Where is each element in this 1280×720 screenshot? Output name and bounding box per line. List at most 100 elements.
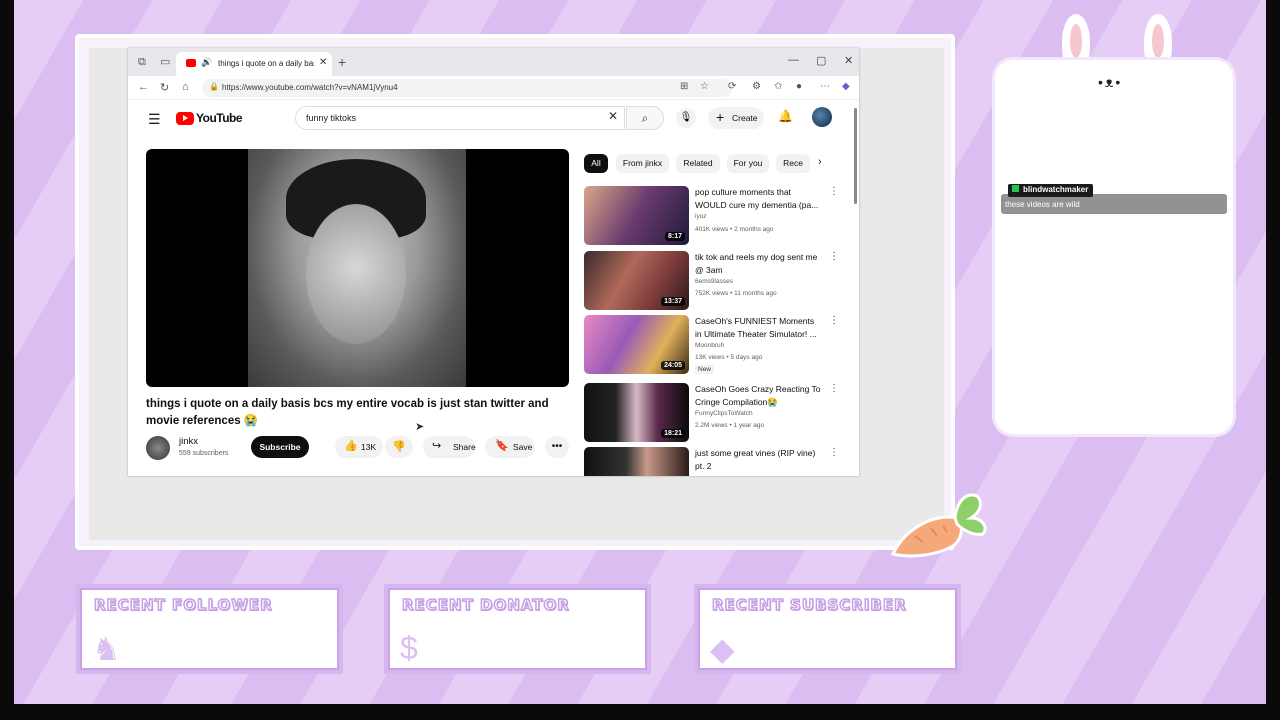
recommendation-title[interactable]: just some great vines (RIP vine) pt. 2	[695, 447, 823, 472]
bunny-icon: ♞	[92, 631, 121, 667]
youtube-logo[interactable]: YouTube	[176, 110, 243, 126]
close-window-button[interactable]: ✕	[844, 54, 853, 67]
chat-username-text: blindwatchmaker	[1023, 185, 1089, 194]
video-title: things i quote on a daily basis bcs my e…	[146, 398, 549, 427]
copilot-icon[interactable]: ◆	[842, 81, 850, 92]
more-actions-button[interactable]: •••	[545, 436, 569, 458]
plus-icon: +	[716, 109, 725, 125]
recommendation-channel[interactable]: FunnyClipsToWatch	[695, 410, 753, 417]
recommendation-meta: 401K views • 2 months ago	[695, 226, 774, 233]
chip-from-jinkx[interactable]: From jinkx	[616, 154, 669, 173]
more-menu-icon[interactable]: ⋯	[820, 81, 830, 92]
minimize-button[interactable]: —	[788, 54, 799, 66]
maximize-button[interactable]: ▢	[816, 54, 826, 67]
thumbs-up-icon: 👍	[344, 440, 358, 452]
more-vertical-icon[interactable]: ⋮	[829, 251, 839, 262]
chat-username: blindwatchmaker	[1008, 184, 1094, 197]
microphone-button[interactable]: 🎙	[676, 108, 696, 128]
save-label: Save	[513, 442, 533, 452]
back-button[interactable]: ←	[138, 81, 149, 93]
extension-icon[interactable]: ⟳	[728, 81, 736, 92]
search-button[interactable]: ⌕	[626, 106, 664, 130]
menu-icon[interactable]: ☰	[148, 111, 161, 128]
chat-message-text: these videos are wild	[1005, 200, 1080, 209]
speaker-icon[interactable]: 🔊	[201, 57, 212, 68]
extensions-puzzle-icon[interactable]: ⚙	[752, 81, 761, 92]
recommendation-thumbnail[interactable]: 8:17	[584, 186, 689, 245]
channel-avatar[interactable]	[146, 436, 170, 460]
favorite-star-icon[interactable]: ☆	[700, 81, 709, 92]
close-tab-icon[interactable]: ✕	[319, 57, 327, 68]
dislike-button[interactable]: 👎	[385, 436, 413, 458]
home-button[interactable]: ⌂	[182, 81, 189, 93]
recommendation-item[interactable]: 13:37 tik tok and reels my dog sent me @…	[584, 251, 844, 311]
recommendation-channel[interactable]: iyoz	[695, 213, 707, 220]
chip-recent[interactable]: Rece	[776, 154, 810, 173]
more-vertical-icon[interactable]: ⋮	[829, 315, 839, 326]
new-badge: New	[695, 365, 715, 374]
user-avatar[interactable]	[812, 107, 832, 127]
like-button[interactable]: 👍 13K	[335, 436, 383, 458]
box-title: RECENT FOLLOWER	[93, 595, 273, 615]
app-icon[interactable]: ⊞	[680, 81, 688, 92]
video-player[interactable]	[146, 149, 569, 387]
channel-subscriber-count: 559 subscribers	[179, 450, 229, 457]
share-label: Share	[453, 442, 476, 452]
bookmark-icon: 🔖	[495, 440, 509, 452]
recommendation-channel[interactable]: Moonbruh	[695, 342, 724, 349]
recommendation-title[interactable]: pop culture moments that WOULD cure my d…	[695, 186, 823, 211]
more-vertical-icon[interactable]: ⋮	[829, 383, 839, 394]
chip-for-you[interactable]: For you	[727, 154, 769, 173]
create-button[interactable]: + Create	[708, 107, 764, 129]
youtube-header: ☰ YouTube funny tiktoks ✕ ⌕ 🎙 + Create 🔔	[128, 100, 859, 136]
carrot-icon	[890, 493, 987, 558]
chevron-right-icon[interactable]: ›	[818, 156, 822, 168]
chip-related[interactable]: Related	[676, 154, 720, 173]
recommendation-item[interactable]: 18:21 CaseOh Goes Crazy Reacting To Crin…	[584, 383, 844, 443]
recommendation-thumbnail[interactable]: 13:37	[584, 251, 689, 310]
microphone-icon: 🎙	[679, 112, 693, 123]
notifications-bell-icon[interactable]: 🔔	[778, 109, 793, 123]
chip-all[interactable]: All	[584, 154, 608, 173]
address-bar[interactable]: 🔒 https://www.youtube.com/watch?v=vNAM1j…	[202, 79, 732, 97]
url-text: https://www.youtube.com/watch?v=vNAM1jVy…	[222, 83, 398, 92]
bunny-face-icon: •ᴥ•	[1098, 74, 1123, 90]
share-button[interactable]: ↪ Share	[423, 436, 476, 458]
channel-name[interactable]: jinkx	[179, 436, 198, 447]
youtube-play-icon	[176, 111, 194, 125]
recommendation-thumbnail[interactable]	[584, 447, 689, 476]
recommendation-item[interactable]: 8:17 pop culture moments that WOULD cure…	[584, 186, 844, 246]
recommendation-channel[interactable]: 6ems9lasses	[695, 278, 733, 285]
recommendation-item[interactable]: just some great vines (RIP vine) pt. 2 ⋮	[584, 447, 844, 476]
recommendation-item[interactable]: 24:05 CaseOh's FUNNIEST Moments in Ultim…	[584, 315, 844, 375]
collections-icon[interactable]: ✩	[774, 81, 782, 92]
lock-icon[interactable]: 🔒	[209, 82, 219, 91]
more-horizontal-icon: •••	[551, 441, 563, 452]
new-tab-button[interactable]: +	[338, 54, 346, 70]
profile-icon[interactable]: ●	[796, 81, 802, 92]
create-label: Create	[732, 113, 758, 123]
recommendation-thumbnail[interactable]: 24:05	[584, 315, 689, 374]
thumbs-down-icon: 👎	[392, 441, 406, 453]
recent-follower-box: RECENT FOLLOWER ♞	[76, 584, 343, 674]
recommendation-title[interactable]: tik tok and reels my dog sent me @ 3am	[695, 251, 823, 276]
video-subject-face	[306, 204, 406, 344]
workspaces-icon[interactable]: ⧉	[138, 56, 150, 68]
youtube-favicon-icon	[186, 59, 196, 67]
browser-tab[interactable]: 🔊 things i quote on a daily basis ✕	[176, 52, 332, 76]
recent-donator-box: RECENT DONATOR $	[384, 584, 651, 674]
scrollbar-thumb[interactable]	[854, 108, 857, 204]
more-vertical-icon[interactable]: ⋮	[829, 186, 839, 197]
recommendation-thumbnail[interactable]: 18:21	[584, 383, 689, 442]
save-button[interactable]: 🔖 Save	[485, 436, 535, 458]
clear-search-icon[interactable]: ✕	[608, 109, 618, 123]
more-vertical-icon[interactable]: ⋮	[829, 447, 839, 458]
search-icon: ⌕	[641, 111, 649, 125]
tab-actions-icon[interactable]: ▭	[160, 56, 172, 68]
recommendation-meta: 2.2M views • 1 year ago	[695, 422, 765, 429]
recommendation-title[interactable]: CaseOh Goes Crazy Reacting To Cringe Com…	[695, 383, 823, 408]
recommendation-title[interactable]: CaseOh's FUNNIEST Moments in Ultimate Th…	[695, 315, 823, 340]
subscribe-button[interactable]: Subscribe	[251, 436, 309, 458]
search-input[interactable]: funny tiktoks	[295, 106, 625, 130]
refresh-button[interactable]: ↻	[160, 81, 169, 94]
